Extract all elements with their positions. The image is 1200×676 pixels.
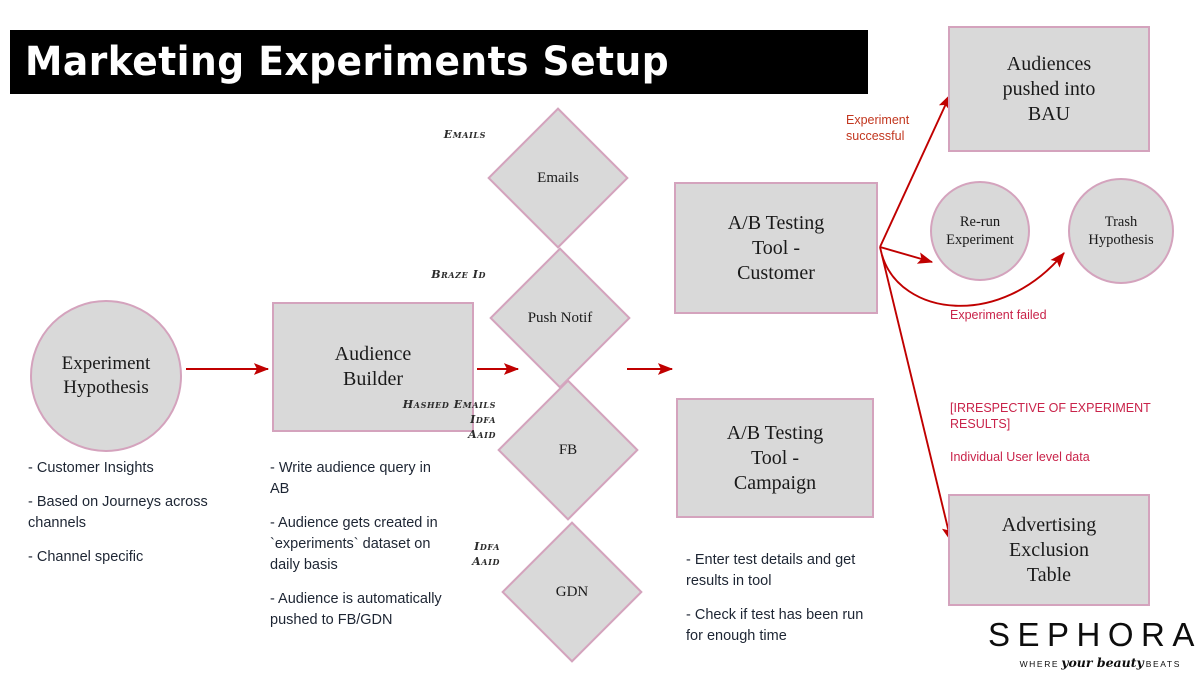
hypothesis-bullet-1: - Based on Journeys across channels — [28, 494, 208, 532]
sephora-tagline-post: BEATS — [1145, 659, 1181, 669]
sephora-tagline-script: your beauty — [1061, 655, 1144, 670]
hypothesis-bullet-2: - Channel specific — [28, 549, 144, 566]
channel-id-tag-gdn: Idfa Aaid — [472, 540, 500, 568]
sephora-logo: SEPHORA WHERE your beauty BEATS — [988, 616, 1200, 672]
slide-canvas: Marketing Experiments Setup Experiment H… — [0, 0, 1200, 676]
annotation-individual-user-data: Individual User level data — [950, 450, 1090, 464]
node-rerun-experiment[interactable]: Re-run Experiment — [930, 181, 1030, 281]
sephora-tagline: WHERE your beauty BEATS — [988, 654, 1183, 672]
node-channel-emails-label: Emails — [537, 169, 579, 186]
node-trash-hypothesis-label: Trash Hypothesis — [1088, 213, 1154, 248]
sephora-wordmark: SEPHORA — [988, 616, 1200, 653]
audience-builder-bullets: - Write audience query in AB - Audience … — [270, 458, 452, 631]
annotation-irrespective-of-results: [IRRESPECTIVE OF EXPERIMENT RESULTS] — [950, 401, 1151, 432]
ab-campaign-bullet-1: - Check if test has been run for enough … — [686, 607, 864, 645]
audience-builder-bullet-0: - Write audience query in AB — [270, 460, 431, 498]
node-audience-builder-label: Audience Builder — [334, 343, 412, 390]
node-audiences-pushed-bau[interactable]: Audiences pushed into BAU — [948, 26, 1150, 152]
node-ab-testing-customer[interactable]: A/B Testing Tool - Customer — [674, 182, 878, 314]
title-bar: Marketing Experiments Setup — [10, 30, 868, 94]
node-ab-testing-campaign-label: A/B Testing Tool - Campaign — [726, 421, 824, 494]
channel-id-tag-push-notif: Braze Id — [431, 268, 486, 281]
annotation-experiment-successful: Experiment successful — [846, 113, 910, 144]
channel-id-tag-fb: Hashed Emails Idfa Aaid — [402, 398, 496, 441]
node-channel-push-notif-label: Push Notif — [527, 309, 593, 326]
page-title: Marketing Experiments Setup — [25, 39, 670, 85]
arrow-abcustomer-to-exclusion — [879, 246, 954, 543]
node-ab-testing-customer-label: A/B Testing Tool - Customer — [727, 211, 825, 284]
hypothesis-bullets: - Customer Insights - Based on Journeys … — [28, 458, 228, 568]
sephora-tagline-pre: WHERE — [1019, 659, 1060, 669]
node-advertising-exclusion-table-label: Advertising Exclusion Table — [1001, 513, 1097, 586]
audience-builder-bullet-2: - Audience is automatically pushed to FB… — [270, 591, 442, 629]
node-trash-hypothesis[interactable]: Trash Hypothesis — [1068, 178, 1174, 284]
channel-id-tag-emails: Emails — [443, 128, 486, 141]
node-ab-testing-campaign[interactable]: A/B Testing Tool - Campaign — [676, 398, 874, 518]
ab-campaign-bullet-0: - Enter test details and get results in … — [686, 552, 856, 590]
node-audiences-pushed-bau-label: Audiences pushed into BAU — [1002, 52, 1096, 125]
node-channel-push-notif[interactable]: Push Notif — [489, 247, 631, 389]
node-channel-emails[interactable]: Emails — [487, 107, 629, 249]
arrow-abcustomer-to-rerun — [879, 246, 934, 264]
audience-builder-bullet-1: - Audience gets created in `experiments`… — [270, 515, 438, 574]
node-rerun-experiment-label: Re-run Experiment — [946, 213, 1014, 248]
node-channel-fb[interactable]: FB — [497, 379, 639, 521]
node-experiment-hypothesis-label: Experiment Hypothesis — [61, 353, 151, 398]
ab-campaign-bullets: - Enter test details and get results in … — [686, 550, 866, 647]
node-channel-fb-label: FB — [558, 441, 578, 458]
node-channel-gdn[interactable]: GDN — [501, 521, 643, 663]
node-experiment-hypothesis[interactable]: Experiment Hypothesis — [30, 300, 182, 452]
annotation-experiment-failed: Experiment failed — [950, 308, 1047, 322]
node-channel-gdn-label: GDN — [555, 583, 589, 600]
hypothesis-bullet-0: - Customer Insights — [28, 460, 154, 476]
node-advertising-exclusion-table[interactable]: Advertising Exclusion Table — [948, 494, 1150, 606]
